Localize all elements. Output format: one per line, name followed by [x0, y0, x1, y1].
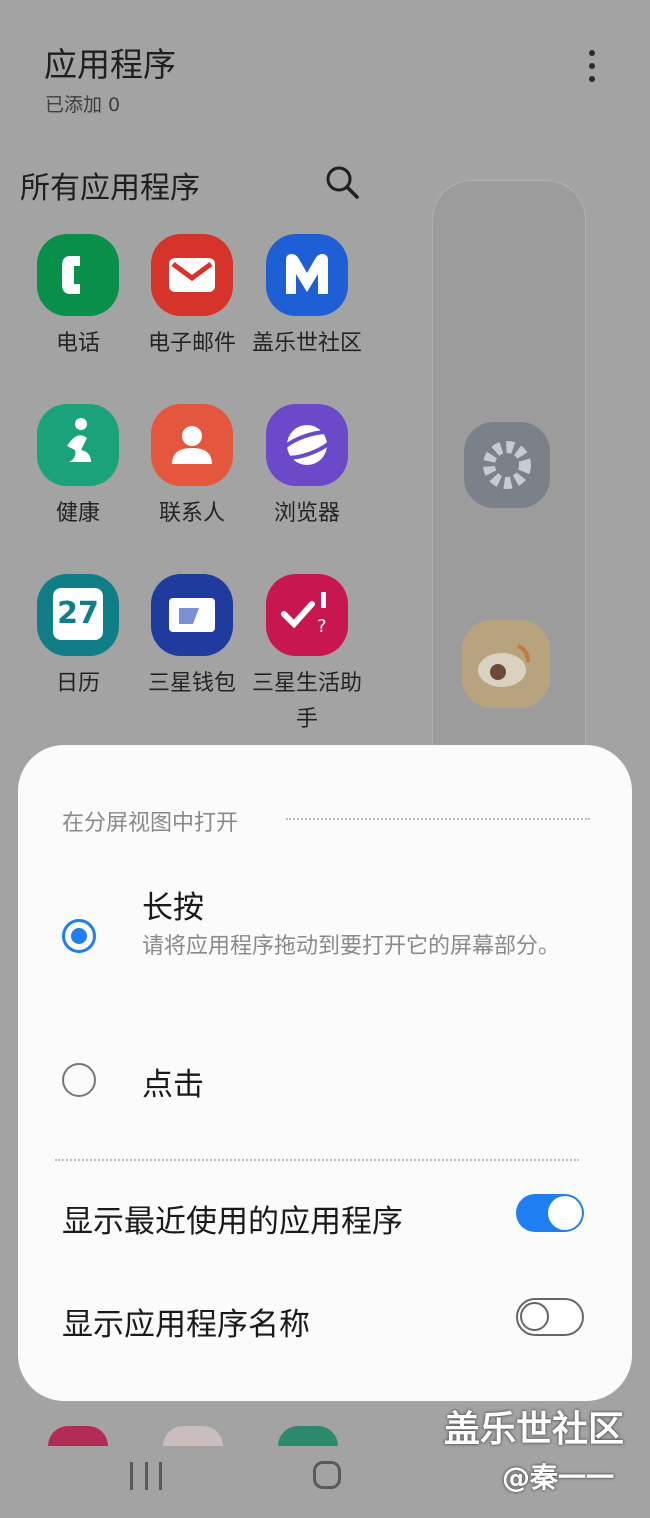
app-label: 日历: [55, 671, 100, 696]
app-peek-icon: [163, 1426, 223, 1446]
settings-icon[interactable]: [464, 422, 550, 508]
app-label: 联系人: [158, 501, 225, 526]
app-label: 三星生活助手: [252, 671, 363, 732]
app-peek-icon: [278, 1426, 338, 1446]
contacts-icon: [151, 404, 233, 486]
galaxy-members-icon: [266, 234, 348, 316]
app-galaxy-members[interactable]: 盖乐世社区: [252, 234, 362, 362]
home-button[interactable]: [313, 1461, 341, 1489]
phone-icon: [37, 234, 119, 316]
tap-label[interactable]: 点击: [142, 1059, 204, 1104]
watermark-author: @秦一一: [502, 1461, 615, 1494]
app-label: 三星钱包: [147, 671, 236, 696]
app-life-assistant[interactable]: ? 三星生活助手: [252, 574, 362, 738]
app-label: 盖乐世社区: [252, 331, 363, 356]
tap-radio[interactable]: [62, 1063, 96, 1097]
search-icon[interactable]: [322, 162, 362, 202]
email-icon: [151, 234, 233, 316]
app-email[interactable]: 电子邮件: [137, 234, 247, 362]
app-browser[interactable]: 浏览器: [252, 404, 362, 532]
page-title: 应用程序: [44, 45, 176, 84]
divider: [55, 1159, 579, 1161]
app-label: 浏览器: [273, 501, 340, 526]
weibo-icon[interactable]: [462, 620, 550, 708]
life-assistant-icon: ?: [266, 574, 348, 656]
long-press-description: 请将应用程序拖动到要打开它的屏幕部分。: [142, 934, 561, 959]
app-label: 电话: [55, 331, 100, 356]
calendar-day: 27: [57, 596, 99, 631]
app-calendar[interactable]: 27 日历: [23, 574, 133, 702]
show-names-toggle[interactable]: [516, 1298, 584, 1336]
browser-icon: [266, 404, 348, 486]
health-icon: [37, 404, 119, 486]
added-count: 已添加 0: [45, 94, 121, 116]
calendar-icon: 27: [37, 574, 119, 656]
svg-text:?: ?: [317, 616, 327, 637]
long-press-label[interactable]: 长按: [142, 882, 204, 927]
all-apps-title: 所有应用程序: [20, 171, 200, 206]
section-header: 在分屏视图中打开: [62, 811, 239, 836]
watermark-community: 盖乐世社区: [444, 1409, 625, 1450]
app-label: 电子邮件: [147, 331, 236, 356]
app-phone[interactable]: 电话: [23, 234, 133, 362]
divider: [286, 818, 590, 820]
app-wallet[interactable]: 三星钱包: [137, 574, 247, 702]
long-press-radio[interactable]: [62, 919, 96, 953]
app-health[interactable]: 健康: [23, 404, 133, 532]
show-recent-toggle[interactable]: [516, 1194, 584, 1232]
recent-apps-button[interactable]: [130, 1462, 162, 1492]
wallet-icon: [151, 574, 233, 656]
app-label: 健康: [55, 501, 100, 526]
app-contacts[interactable]: 联系人: [137, 404, 247, 532]
show-recent-label: 显示最近使用的应用程序: [62, 1204, 403, 1240]
show-names-label: 显示应用程序名称: [62, 1307, 310, 1343]
app-peek-icon: [48, 1426, 108, 1446]
more-options-icon[interactable]: [580, 50, 604, 82]
